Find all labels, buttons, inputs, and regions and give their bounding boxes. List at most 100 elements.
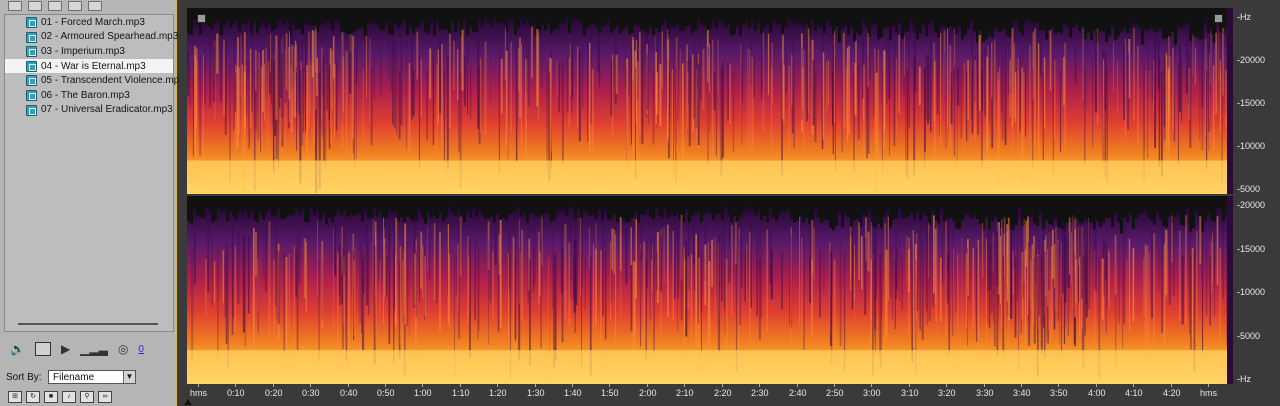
stop-icon[interactable]: ■ — [44, 391, 58, 403]
time-tick — [984, 384, 985, 387]
file-name: 04 - War is Eternal.mp3 — [41, 60, 146, 72]
time-tick — [1133, 384, 1134, 387]
time-tick — [647, 384, 648, 387]
time-tick — [1021, 384, 1022, 387]
hz-tick — [1237, 379, 1240, 380]
chevron-down-icon[interactable]: ▼ — [123, 371, 135, 383]
audition-window: 01 - Forced March.mp3 02 - Armoured Spear… — [0, 0, 1280, 406]
hz-ruler-bottom: 20000 15000 10000 5000 Hz — [1237, 196, 1280, 384]
list-scrollbar[interactable] — [18, 323, 158, 325]
import-icon[interactable] — [8, 1, 22, 11]
time-label: 3:50 — [1050, 388, 1068, 398]
time-tick — [909, 384, 910, 387]
time-label: 1:10 — [452, 388, 470, 398]
time-label: 0:10 — [227, 388, 245, 398]
time-tick — [422, 384, 423, 387]
hz-label: 5000 — [1240, 331, 1261, 341]
audio-file-icon — [26, 31, 37, 43]
hz-tick — [1237, 103, 1240, 104]
time-tick — [572, 384, 573, 387]
speaker-icon[interactable]: 🔉 — [10, 342, 25, 356]
file-name: 03 - Imperium.mp3 — [41, 45, 125, 57]
file-list-item[interactable]: 05 - Transcendent Violence.mp3 — [5, 73, 185, 88]
time-label: 2:50 — [826, 388, 844, 398]
time-tick — [797, 384, 798, 387]
spectral-view[interactable]: Hz 20000 15000 10000 5000 20000 15000 10000 500… — [179, 0, 1280, 406]
autoplay-icon[interactable] — [88, 1, 102, 11]
fade-in-handle-icon[interactable] — [197, 14, 206, 23]
time-tick — [198, 384, 199, 387]
files-toolbar — [0, 0, 175, 12]
hz-tick — [1237, 17, 1240, 18]
fade-out-handle-icon[interactable] — [1214, 14, 1223, 23]
time-tick — [385, 384, 386, 387]
time-tick — [684, 384, 685, 387]
spectrogram-top-svg — [187, 8, 1233, 194]
volume-knob-icon[interactable]: ◎ — [118, 342, 128, 356]
hz-label: 10000 — [1240, 287, 1266, 297]
time-tick — [759, 384, 760, 387]
file-list[interactable]: 01 - Forced March.mp3 02 - Armoured Spear… — [4, 14, 185, 332]
file-name: 05 - Transcendent Violence.mp3 — [41, 75, 185, 87]
time-tick — [609, 384, 610, 387]
time-label: 3:10 — [901, 388, 919, 398]
hz-label: 20000 — [1240, 200, 1266, 210]
time-label: 0:30 — [302, 388, 320, 398]
playhead-marker[interactable] — [184, 399, 192, 405]
hz-tick — [1237, 189, 1240, 190]
close-file-icon[interactable] — [28, 1, 42, 11]
hz-tick — [1237, 60, 1240, 61]
insert-multitrack-icon[interactable] — [48, 1, 62, 11]
time-label: 0:40 — [340, 388, 358, 398]
file-list-item[interactable]: 07 - Universal Eradicator.mp3 — [5, 103, 173, 118]
play-icon[interactable]: ▶ — [61, 342, 70, 356]
time-tick — [348, 384, 349, 387]
hz-label: 10000 — [1240, 141, 1266, 151]
time-tick — [1058, 384, 1059, 387]
file-list-item[interactable]: 04 - War is Eternal.mp3 — [5, 58, 173, 74]
time-tick — [535, 384, 536, 387]
time-label: 1:20 — [489, 388, 507, 398]
loop-icon[interactable] — [34, 342, 51, 356]
file-list-item[interactable]: 01 - Forced March.mp3 — [5, 15, 173, 30]
file-list-item[interactable]: 03 - Imperium.mp3 — [5, 44, 173, 59]
time-label: 2:10 — [676, 388, 694, 398]
time-label: 0:20 — [265, 388, 283, 398]
hz-ruler-top: Hz 20000 15000 10000 5000 — [1237, 8, 1280, 194]
file-name: 01 - Forced March.mp3 — [41, 16, 145, 28]
filter-icon[interactable]: ⚲ — [80, 391, 94, 403]
spectrogram-left-channel[interactable] — [187, 8, 1233, 194]
time-label: 3:40 — [1013, 388, 1031, 398]
time-label: 2:00 — [639, 388, 657, 398]
loop-option-icon[interactable]: ∞ — [98, 391, 112, 403]
volume-readout[interactable]: 0 — [138, 344, 144, 355]
time-tick — [235, 384, 236, 387]
time-label: hms — [1200, 388, 1218, 398]
time-label: 2:40 — [789, 388, 807, 398]
hz-label: 20000 — [1240, 55, 1266, 65]
sort-select[interactable]: Filename ▼ — [48, 370, 136, 384]
edit-file-icon[interactable] — [68, 1, 82, 11]
audio-file-icon — [26, 17, 37, 28]
audio-file-icon — [26, 60, 37, 72]
time-label: 3:20 — [938, 388, 956, 398]
time-label: 3:30 — [976, 388, 994, 398]
spectrogram-bottom-svg — [187, 196, 1233, 384]
time-tick — [310, 384, 311, 387]
time-label: 0:50 — [377, 388, 395, 398]
full-path-icon[interactable]: ⊞ — [8, 391, 22, 403]
file-name: 07 - Universal Eradicator.mp3 — [41, 104, 173, 116]
volume-meter-icon: ▁▂▃ — [80, 342, 108, 356]
file-list-item[interactable]: 02 - Armoured Spearhead.mp3 — [5, 30, 178, 45]
time-label: 1:30 — [527, 388, 545, 398]
time-ruler[interactable]: hms 0:10 0:20 0:30 0:40 0:50 1:00 1:10 1:20 1:30 1… — [187, 384, 1233, 398]
refresh-icon[interactable]: ↻ — [26, 391, 40, 403]
file-list-item[interactable]: 06 - The Baron.mp3 — [5, 88, 173, 103]
time-label: 3:00 — [863, 388, 881, 398]
audio-file-icon — [26, 104, 37, 116]
time-label: 1:00 — [414, 388, 432, 398]
time-label: 4:20 — [1163, 388, 1181, 398]
spectrogram-right-channel[interactable] — [187, 196, 1233, 384]
bottom-toolbar: ⊞ ↻ ■ ♪ ⚲ ∞ — [8, 391, 112, 403]
music-note-icon[interactable]: ♪ — [62, 391, 76, 403]
